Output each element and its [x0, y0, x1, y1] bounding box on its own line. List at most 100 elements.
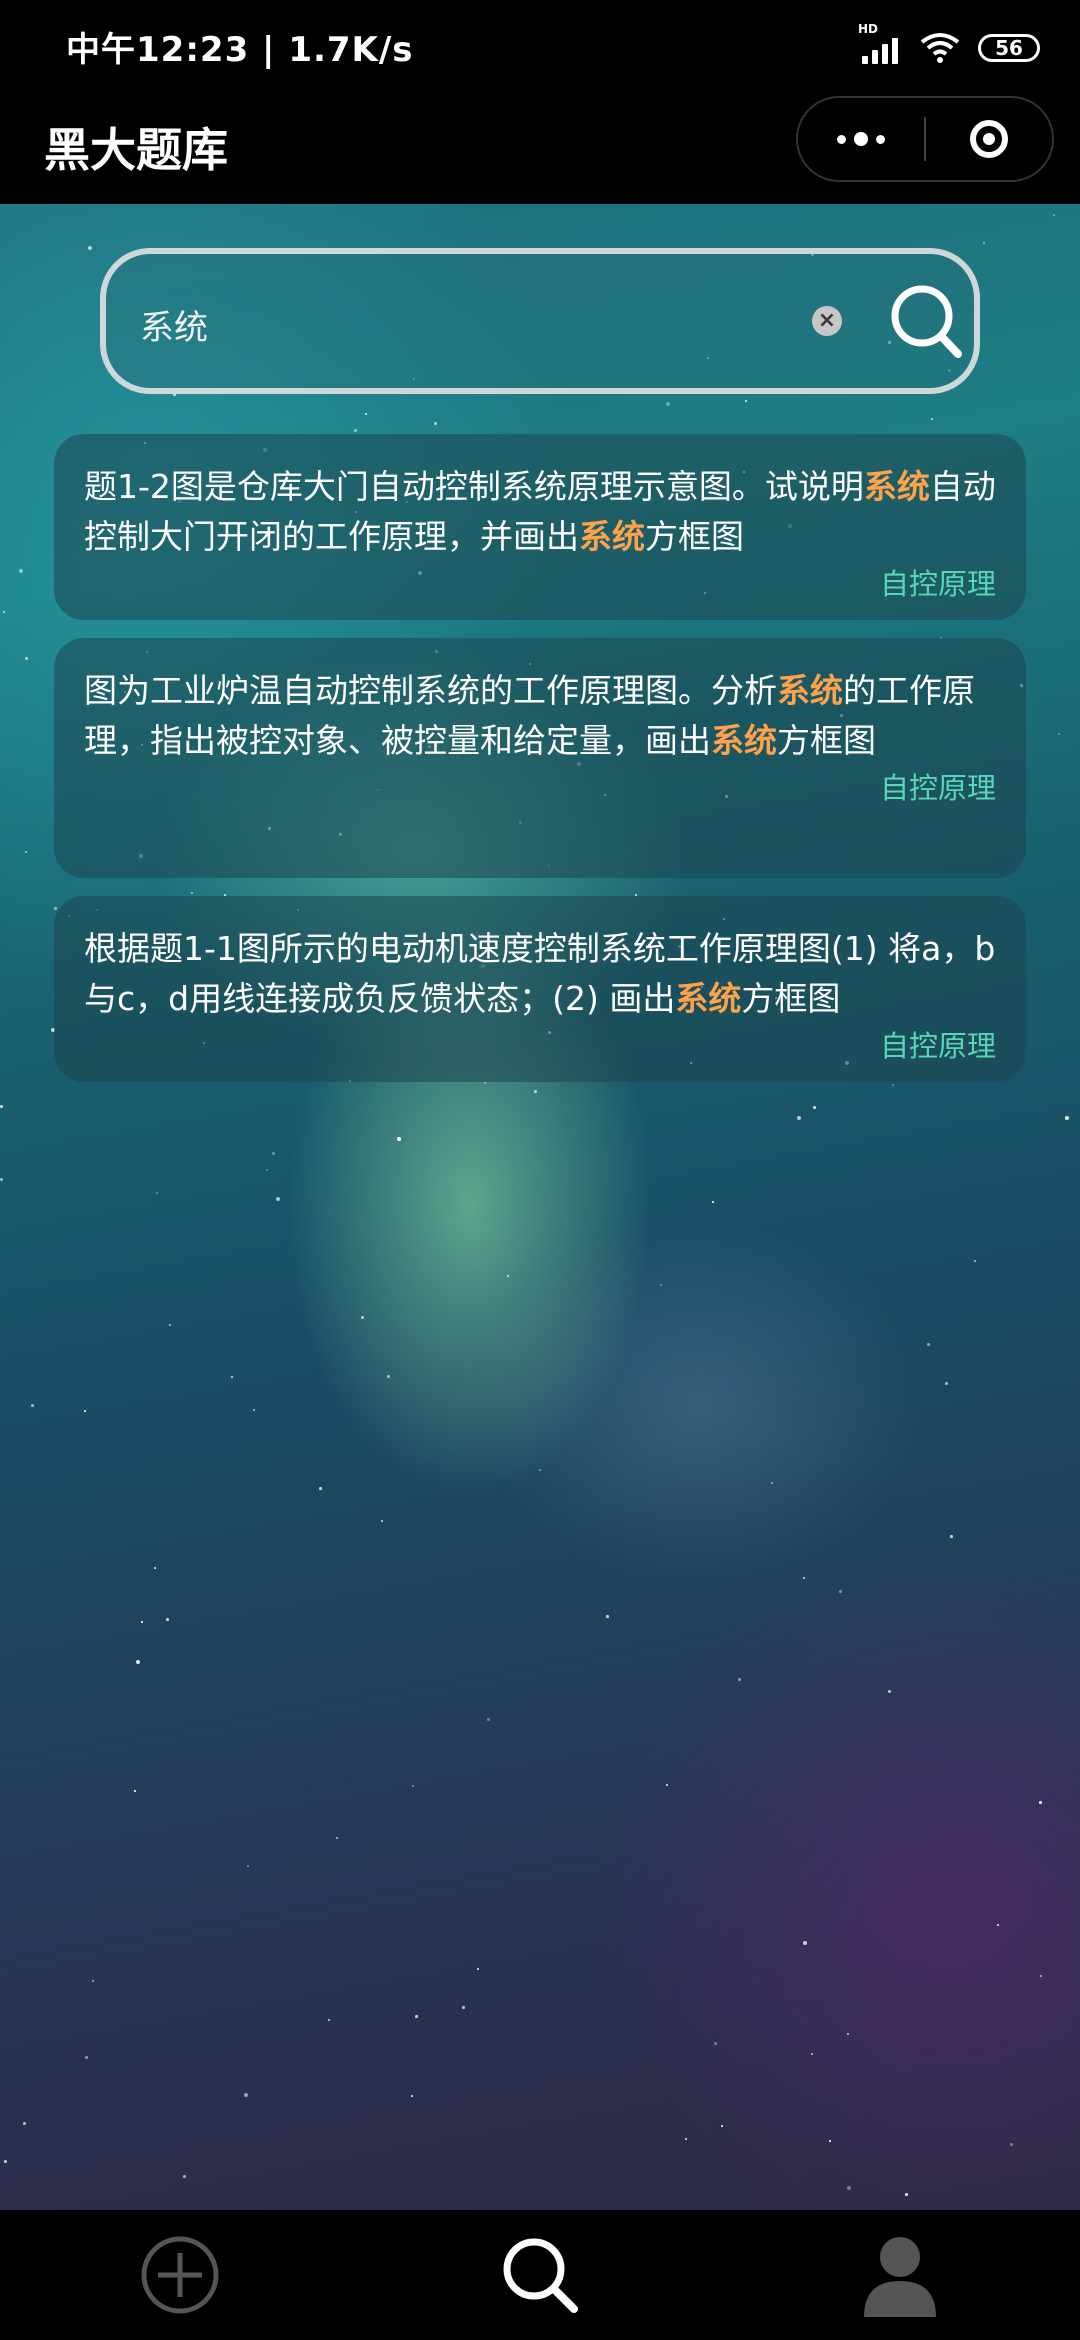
more-dot-icon [854, 132, 868, 146]
star-dot [136, 1660, 140, 1664]
star-dot [31, 1404, 34, 1407]
star-dot [771, 1482, 773, 1484]
page-title: 黑大题库 [44, 123, 228, 177]
user-icon [864, 2237, 936, 2317]
star-dot [745, 400, 747, 402]
star-dot [92, 1980, 94, 1982]
main-content: 系统 × 题1-2图是仓库大门自动控制系统原理示意图。试说明系统自动控制大门开闭… [0, 204, 1080, 2210]
star-dot [328, 2019, 330, 2021]
star-dot [797, 1116, 801, 1120]
star-dot [25, 657, 28, 660]
star-dot [997, 1924, 999, 1926]
close-miniprogram-button[interactable] [926, 120, 1052, 158]
star-dot [803, 1941, 807, 1945]
star-dot [354, 429, 357, 432]
clear-icon[interactable]: × [812, 306, 842, 336]
question-text-segment: 图为工业炉温自动控制系统的工作原理图。分析 [84, 671, 777, 710]
star-dot [950, 1535, 953, 1538]
tab-profile[interactable] [800, 2210, 1000, 2340]
question-text-segment: 题1-2图是仓库大门自动控制系统原理示意图。试说明 [84, 467, 864, 506]
status-icons: HD 56 [858, 22, 1040, 68]
star-dot [606, 1615, 609, 1618]
more-dot-icon [837, 134, 846, 144]
search-bar[interactable]: 系统 × [100, 248, 980, 394]
tab-search[interactable] [440, 2210, 640, 2340]
star-dot [397, 1137, 401, 1141]
star-dot [945, 1382, 948, 1385]
star-dot [88, 246, 92, 250]
status-time-net: 中午12:23 | 1.7K/s [66, 30, 414, 70]
star-dot [477, 1968, 479, 1970]
keyword-highlight: 系统 [863, 467, 930, 506]
more-menu-button[interactable] [798, 132, 924, 146]
star-dot [927, 1343, 930, 1346]
star-dot [191, 892, 193, 894]
star-dot [319, 1487, 322, 1490]
star-dot [266, 1169, 268, 1171]
search-icon [503, 2238, 578, 2313]
question-text: 根据题1-1图所示的电动机速度控制系统工作原理图(1) 将a，b与c，d用线连接… [84, 924, 996, 1024]
star-dot [23, 2122, 26, 2125]
star-dot [888, 1690, 891, 1693]
star-dot [721, 2125, 723, 2127]
star-dot [534, 1090, 537, 1093]
question-text: 图为工业炉温自动控制系统的工作原理图。分析系统的工作原理，指出被控对象、被控量和… [84, 666, 996, 766]
star-dot [714, 2042, 717, 2045]
star-dot [484, 1082, 486, 1084]
result-card[interactable]: 图为工业炉温自动控制系统的工作原理图。分析系统的工作原理，指出被控对象、被控量和… [54, 638, 1026, 878]
search-icon[interactable] [886, 276, 966, 366]
star-dot [1058, 733, 1060, 735]
star-dot [983, 242, 985, 244]
star-dot [54, 907, 57, 910]
result-card[interactable]: 根据题1-1图所示的电动机速度控制系统工作原理图(1) 将a，b与c，d用线连接… [54, 896, 1026, 1082]
star-dot [813, 1106, 816, 1109]
star-dot [1039, 1801, 1042, 1804]
star-dot [892, 1084, 894, 1086]
star-dot [276, 1197, 280, 1201]
subject-tag: 自控原理 [879, 1029, 996, 1063]
status-bar: 中午12:23 | 1.7K/s HD 56 [0, 0, 1080, 96]
star-dot [462, 2006, 465, 2009]
tab-add[interactable] [80, 2210, 280, 2340]
subject-tag: 自控原理 [879, 771, 996, 805]
star-dot [1053, 214, 1055, 216]
star-dot [803, 1577, 805, 1579]
question-text: 题1-2图是仓库大门自动控制系统原理示意图。试说明系统自动控制大门开闭的工作原理… [84, 462, 996, 562]
search-input[interactable]: 系统 [140, 300, 208, 349]
star-dot [666, 402, 670, 406]
keyword-highlight: 系统 [579, 517, 645, 556]
star-dot [4, 2160, 7, 2163]
keyword-highlight: 系统 [711, 721, 777, 760]
star-dot [231, 1376, 233, 1378]
star-dot [134, 1790, 136, 1792]
star-dot [829, 2140, 831, 2142]
star-dot [84, 1410, 86, 1412]
star-dot [166, 1618, 169, 1621]
battery-indicator: 56 [978, 34, 1040, 62]
star-dot [0, 1105, 3, 1108]
star-dot [685, 2138, 687, 2140]
star-dot [412, 1785, 414, 1787]
star-dot [183, 2175, 186, 2178]
star-dot [365, 413, 367, 415]
miniprogram-capsule [796, 96, 1054, 182]
result-card[interactable]: 题1-2图是仓库大门自动控制系统原理示意图。试说明系统自动控制大门开闭的工作原理… [54, 434, 1026, 620]
star-dot [156, 1192, 158, 1194]
star-dot [415, 2015, 418, 2018]
star-dot [660, 1284, 662, 1286]
star-dot [487, 1718, 490, 1721]
star-dot [1065, 1116, 1069, 1120]
star-dot [847, 2033, 849, 2035]
keyword-highlight: 系统 [675, 979, 742, 1018]
question-text-segment: 方框图 [741, 979, 841, 1018]
subject-tag: 自控原理 [879, 567, 996, 601]
star-dot [974, 1260, 976, 1262]
wifi-icon [920, 33, 960, 63]
star-dot [0, 1178, 3, 1181]
star-dot [411, 2095, 413, 2097]
star-dot [507, 1275, 509, 1277]
star-dot [847, 2186, 851, 2190]
question-text-segment: 方框图 [645, 517, 744, 556]
star-dot [381, 1520, 383, 1522]
tab-bar [0, 2210, 1080, 2340]
